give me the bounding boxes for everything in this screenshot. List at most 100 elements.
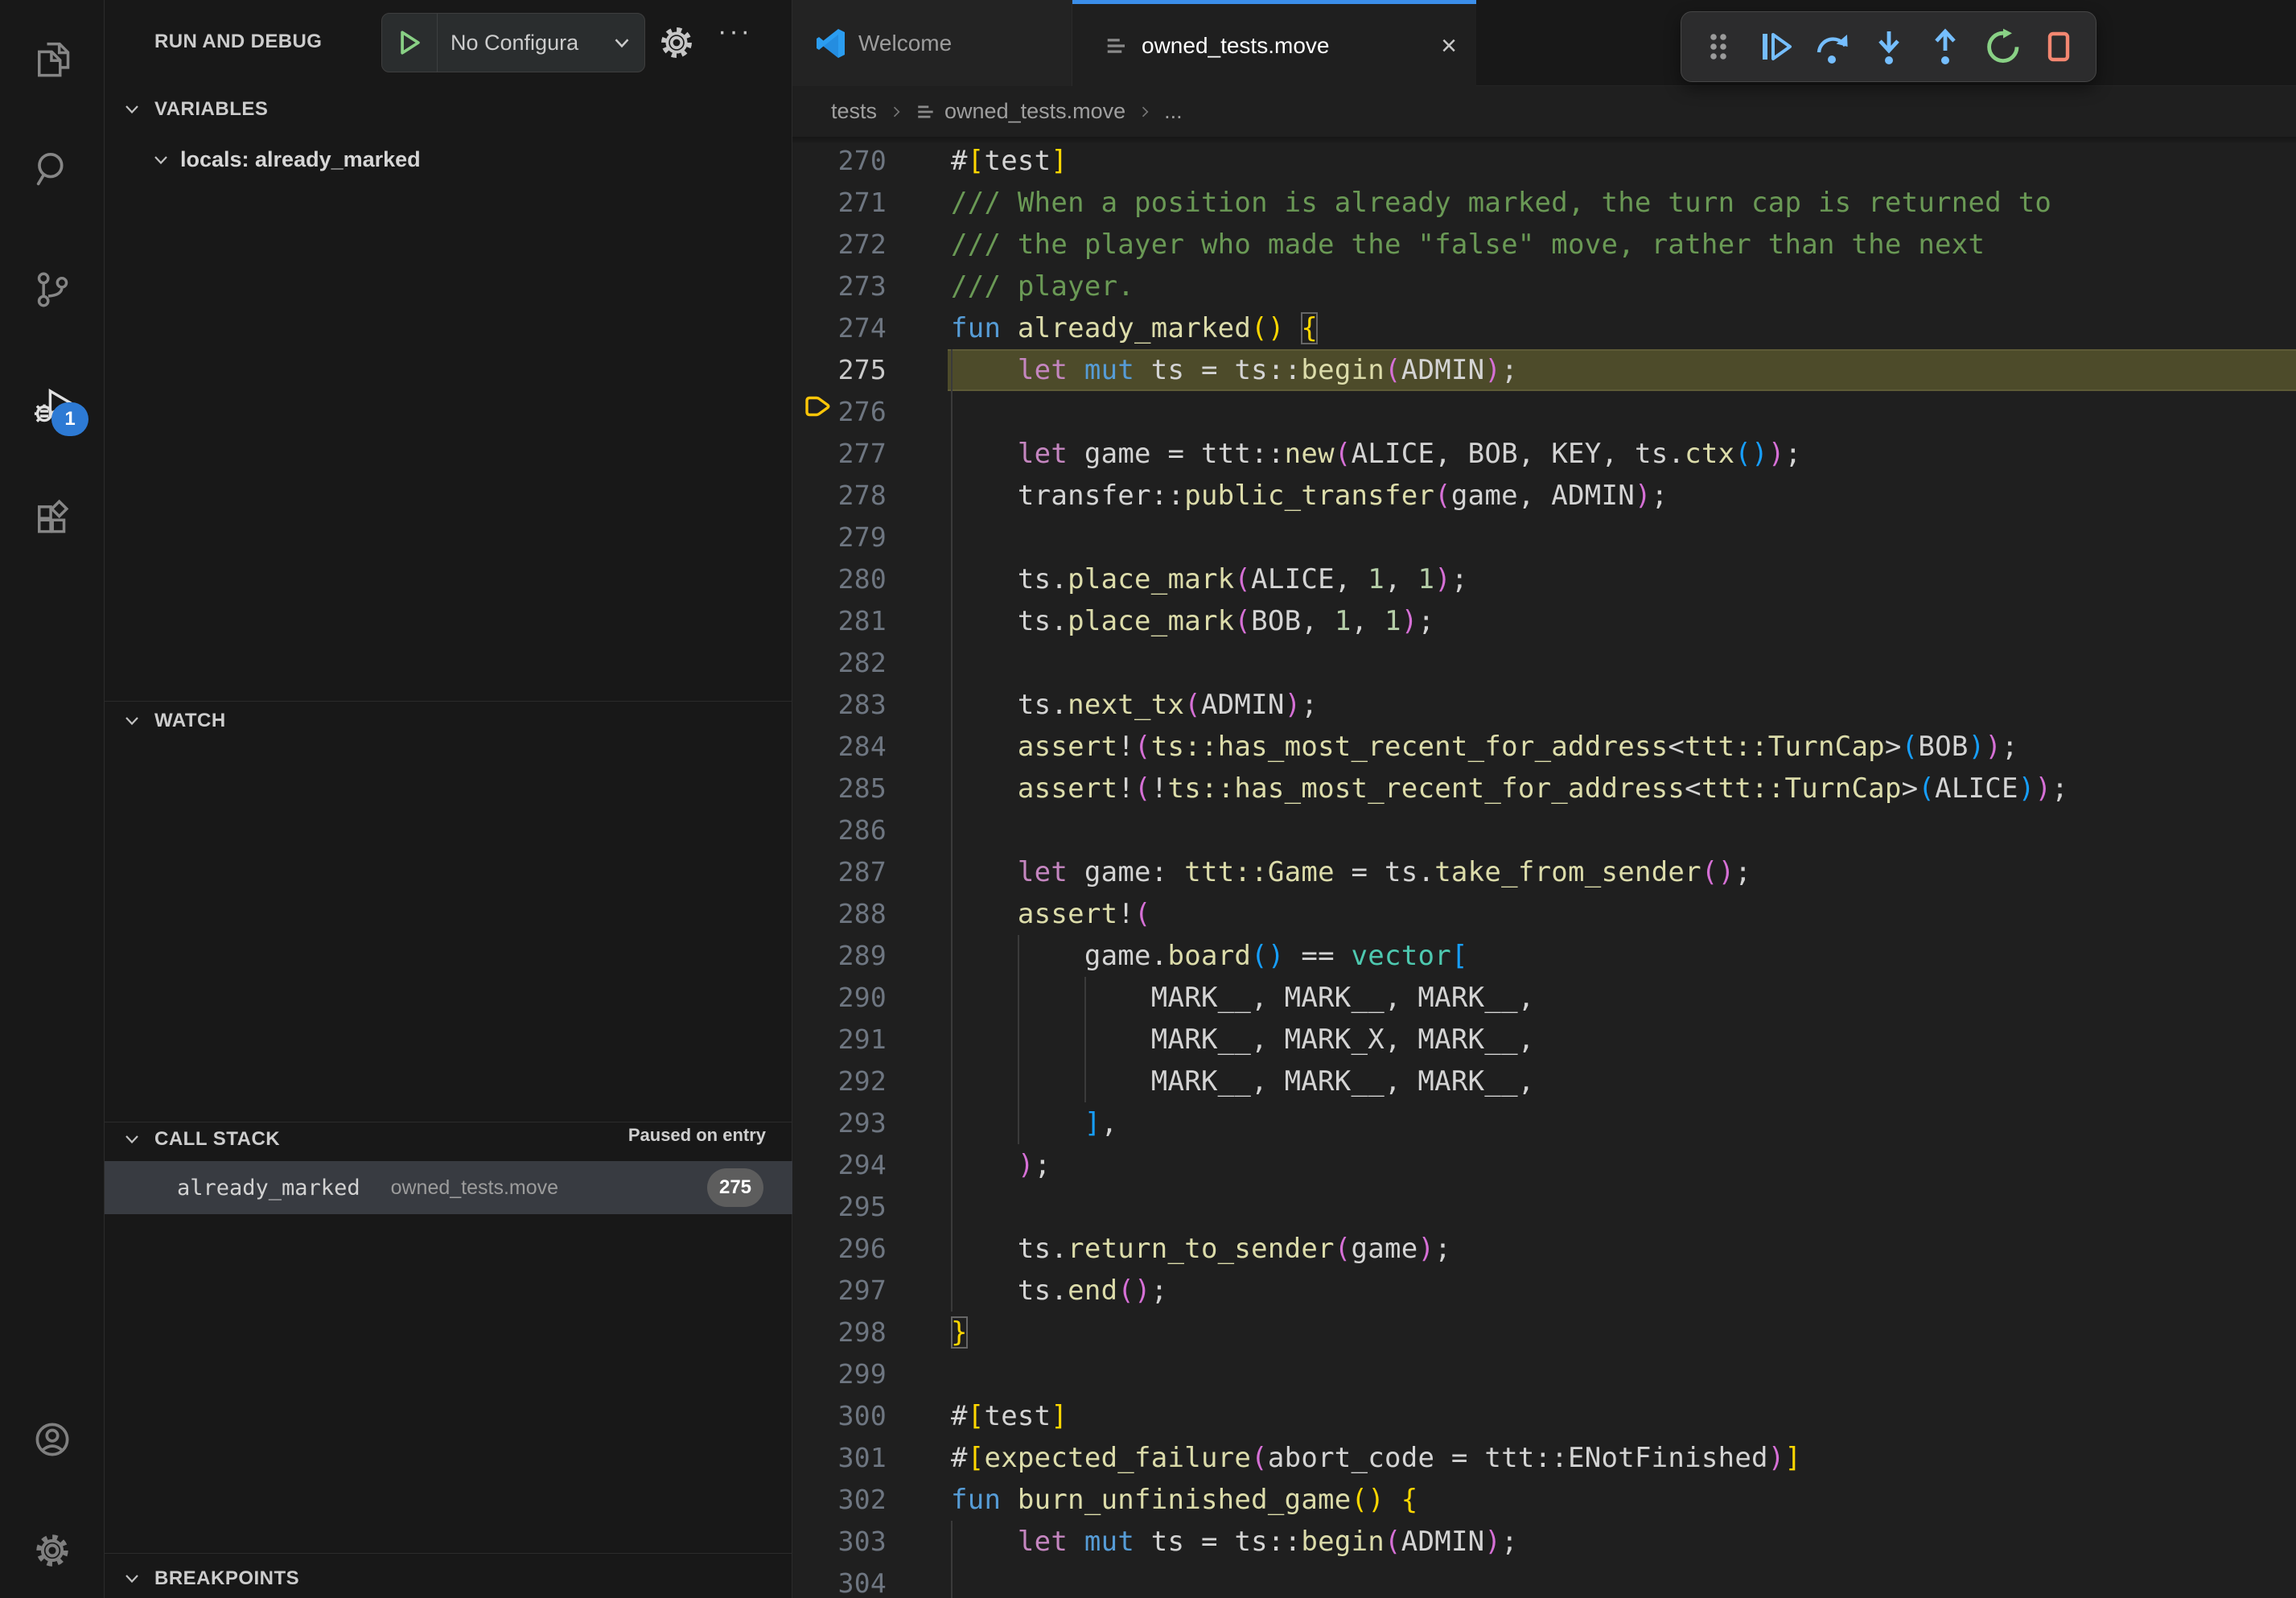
source-control-icon[interactable] — [31, 269, 73, 311]
line-number[interactable]: 293 — [792, 1102, 887, 1144]
code-line-279[interactable]: 279 — [792, 517, 2296, 558]
line-number[interactable]: 288 — [792, 893, 887, 935]
code-line-275[interactable]: 275 let mut ts = ts::begin(ADMIN); — [792, 349, 2296, 391]
call-stack-frame-row[interactable]: already_marked owned_tests.move 275 — [105, 1161, 792, 1214]
line-number[interactable]: 282 — [792, 642, 887, 684]
code-line-287[interactable]: 287 let game: ttt::Game = ts.take_from_s… — [792, 851, 2296, 893]
breakpoints-section-header[interactable]: BREAKPOINTS — [154, 1567, 299, 1590]
line-number[interactable]: 287 — [792, 851, 887, 893]
start-debug-icon[interactable] — [398, 29, 422, 56]
code-line-276[interactable]: 276 — [792, 391, 2296, 433]
line-number[interactable]: 270 — [792, 140, 887, 182]
tab-owned-tests[interactable]: owned_tests.move × — [1072, 0, 1476, 87]
code-line-301[interactable]: 301#[expected_failure(abort_code = ttt::… — [792, 1437, 2296, 1479]
line-number[interactable]: 271 — [792, 182, 887, 224]
line-number[interactable]: 278 — [792, 475, 887, 517]
settings-gear-icon[interactable] — [31, 1530, 73, 1571]
code-line-294[interactable]: 294 ); — [792, 1144, 2296, 1186]
call-stack-section-header[interactable]: CALL STACK — [154, 1128, 280, 1151]
breadcrumb-file[interactable]: owned_tests.move — [944, 99, 1125, 124]
code-line-281[interactable]: 281 ts.place_mark(BOB, 1, 1); — [792, 600, 2296, 642]
line-number[interactable]: 284 — [792, 726, 887, 768]
code-line-278[interactable]: 278 transfer::public_transfer(game, ADMI… — [792, 475, 2296, 517]
line-number[interactable]: 289 — [792, 935, 887, 977]
debug-continue-icon[interactable] — [1755, 24, 1796, 69]
chevron-down-icon[interactable] — [610, 31, 634, 55]
account-icon[interactable] — [31, 1419, 73, 1460]
explorer-icon[interactable] — [31, 37, 73, 79]
line-number[interactable]: 290 — [792, 977, 887, 1019]
code-line-271[interactable]: 271/// When a position is already marked… — [792, 182, 2296, 224]
code-line-298[interactable]: 298} — [792, 1312, 2296, 1353]
line-number[interactable]: 298 — [792, 1312, 887, 1353]
debug-step-out-icon[interactable] — [1924, 24, 1966, 69]
code-line-280[interactable]: 280 ts.place_mark(ALICE, 1, 1); — [792, 558, 2296, 600]
more-actions-icon[interactable]: ··· — [718, 16, 752, 47]
code-line-302[interactable]: 302fun burn_unfinished_game() { — [792, 1479, 2296, 1521]
locals-tree-item[interactable]: locals: already_marked — [180, 147, 421, 172]
debug-restart-icon[interactable] — [1981, 24, 2023, 69]
search-icon[interactable] — [31, 148, 73, 190]
code-line-277[interactable]: 277 let game = ttt::new(ALICE, BOB, KEY,… — [792, 433, 2296, 475]
code-line-295[interactable]: 295 — [792, 1186, 2296, 1228]
breakpoints-chevron-icon[interactable] — [122, 1569, 142, 1588]
line-number[interactable]: 280 — [792, 558, 887, 600]
start-debug-dropdown[interactable]: No Configura — [381, 13, 645, 72]
code-editor[interactable]: 270#[test]271/// When a position is alre… — [792, 137, 2296, 1598]
line-number[interactable]: 279 — [792, 517, 887, 558]
line-number[interactable]: 301 — [792, 1437, 887, 1479]
code-line-303[interactable]: 303 let mut ts = ts::begin(ADMIN); — [792, 1521, 2296, 1563]
line-number[interactable]: 304 — [792, 1563, 887, 1598]
line-number[interactable]: 291 — [792, 1019, 887, 1061]
locals-chevron-icon[interactable] — [151, 150, 171, 170]
code-line-293[interactable]: 293 ], — [792, 1102, 2296, 1144]
watch-section-header[interactable]: WATCH — [154, 710, 226, 732]
code-line-284[interactable]: 284 assert!(ts::has_most_recent_for_addr… — [792, 726, 2296, 768]
code-line-299[interactable]: 299 — [792, 1353, 2296, 1395]
breadcrumb-folder[interactable]: tests — [831, 99, 877, 124]
code-line-304[interactable]: 304 — [792, 1563, 2296, 1598]
extensions-icon[interactable] — [31, 498, 73, 540]
tab-welcome[interactable]: Welcome — [792, 0, 1072, 86]
debug-config-label[interactable]: No Configura — [451, 31, 608, 56]
code-line-297[interactable]: 297 ts.end(); — [792, 1270, 2296, 1312]
code-line-272[interactable]: 272/// the player who made the "false" m… — [792, 224, 2296, 266]
line-number[interactable]: 302 — [792, 1479, 887, 1521]
debug-stop-icon[interactable] — [2038, 24, 2080, 69]
debug-settings-gear-icon[interactable] — [656, 23, 697, 63]
code-line-292[interactable]: 292 MARK__, MARK__, MARK__, — [792, 1061, 2296, 1102]
debug-step-over-icon[interactable] — [1811, 24, 1853, 69]
tab-owned-tests-label[interactable]: owned_tests.move — [1142, 33, 1329, 59]
code-line-288[interactable]: 288 assert!( — [792, 893, 2296, 935]
code-line-286[interactable]: 286 — [792, 809, 2296, 851]
line-number[interactable]: 296 — [792, 1228, 887, 1270]
toolbar-drag-handle[interactable] — [1697, 24, 1739, 69]
code-line-289[interactable]: 289 game.board() == vector[ — [792, 935, 2296, 977]
code-line-282[interactable]: 282 — [792, 642, 2296, 684]
code-line-285[interactable]: 285 assert!(!ts::has_most_recent_for_add… — [792, 768, 2296, 809]
line-number[interactable]: 286 — [792, 809, 887, 851]
debug-step-into-icon[interactable] — [1868, 24, 1910, 69]
code-line-291[interactable]: 291 MARK__, MARK_X, MARK__, — [792, 1019, 2296, 1061]
line-number[interactable]: 283 — [792, 684, 887, 726]
code-line-290[interactable]: 290 MARK__, MARK__, MARK__, — [792, 977, 2296, 1019]
breadcrumb-symbol[interactable]: ... — [1164, 99, 1183, 124]
line-number[interactable]: 276 — [792, 391, 887, 433]
code-line-283[interactable]: 283 ts.next_tx(ADMIN); — [792, 684, 2296, 726]
line-number[interactable]: 277 — [792, 433, 887, 475]
code-line-270[interactable]: 270#[test] — [792, 140, 2296, 182]
line-number[interactable]: 281 — [792, 600, 887, 642]
code-line-296[interactable]: 296 ts.return_to_sender(game); — [792, 1228, 2296, 1270]
line-number[interactable]: 295 — [792, 1186, 887, 1228]
line-number[interactable]: 273 — [792, 266, 887, 307]
line-number[interactable]: 285 — [792, 768, 887, 809]
line-number[interactable]: 297 — [792, 1270, 887, 1312]
line-number[interactable]: 272 — [792, 224, 887, 266]
line-number[interactable]: 300 — [792, 1395, 887, 1437]
watch-chevron-icon[interactable] — [122, 711, 142, 731]
tab-close-icon[interactable]: × — [1441, 32, 1457, 60]
line-number[interactable]: 274 — [792, 307, 887, 349]
code-line-300[interactable]: 300#[test] — [792, 1395, 2296, 1437]
line-number[interactable]: 294 — [792, 1144, 887, 1186]
tab-welcome-label[interactable]: Welcome — [858, 31, 952, 56]
